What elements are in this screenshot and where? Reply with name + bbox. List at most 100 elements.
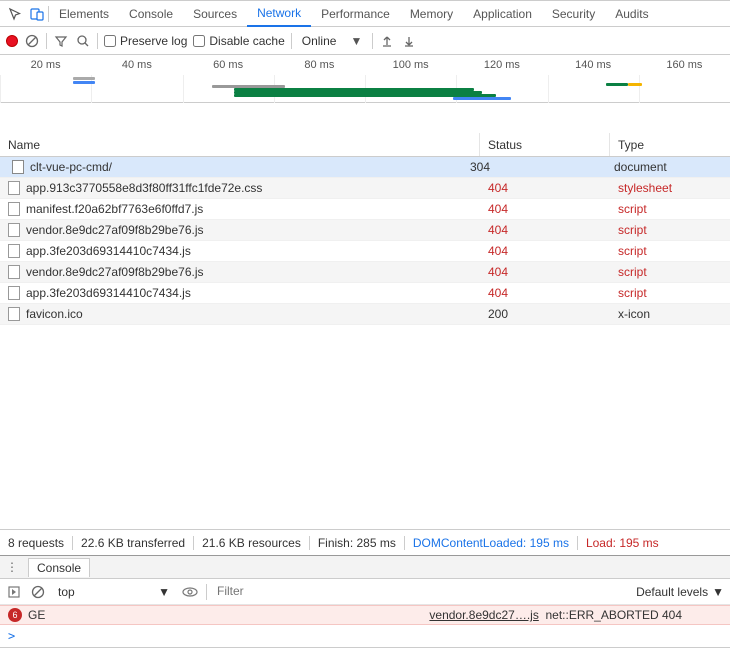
tab-elements[interactable]: Elements — [49, 1, 119, 27]
request-type: script — [610, 223, 730, 237]
preserve-log-label: Preserve log — [120, 34, 187, 48]
console-clear-icon[interactable] — [30, 584, 46, 600]
file-icon — [8, 286, 20, 300]
request-type: document — [606, 160, 726, 174]
table-row[interactable]: app.3fe203d69314410c7434.js404script — [0, 283, 730, 304]
request-name: vendor.8e9dc27af09f8b29be76.js — [26, 223, 204, 237]
console-error-message: net::ERR_ABORTED 404 — [545, 608, 682, 622]
timeline-tick: 100 ms — [365, 55, 456, 75]
file-icon — [8, 223, 20, 237]
summary-finish: Finish: 285 ms — [318, 536, 396, 550]
separator — [97, 33, 98, 49]
request-type: script — [610, 244, 730, 258]
tab-console[interactable]: Console — [119, 1, 183, 27]
network-table-header: Name Status Type — [0, 133, 730, 157]
request-type: stylesheet — [610, 181, 730, 195]
request-name: vendor.8e9dc27af09f8b29be76.js — [26, 265, 204, 279]
request-type: script — [610, 286, 730, 300]
request-type: x-icon — [610, 307, 730, 321]
request-status: 200 — [480, 307, 610, 321]
summary-resources: 21.6 KB resources — [202, 536, 301, 550]
chevron-down-icon: ▼ — [712, 585, 724, 599]
record-button[interactable] — [6, 35, 18, 47]
separator — [291, 33, 292, 49]
folder-icon — [12, 160, 24, 174]
tab-audits[interactable]: Audits — [605, 1, 658, 27]
drawer-tab-console[interactable]: Console — [28, 558, 90, 577]
timeline-tick: 120 ms — [456, 55, 547, 75]
table-row[interactable]: favicon.ico 200x-icon — [0, 304, 730, 325]
console-output: 6 GE vendor.8e9dc27….js net::ERR_ABORTED… — [0, 605, 730, 647]
console-levels-select[interactable]: Default levels ▼ — [636, 585, 724, 599]
console-levels-label: Default levels — [636, 585, 708, 599]
console-filter-input[interactable] — [215, 582, 628, 601]
network-toolbar: Preserve log Disable cache Online ▼ — [0, 27, 730, 55]
separator — [46, 33, 47, 49]
timeline-tick: 140 ms — [548, 55, 639, 75]
console-execute-icon[interactable] — [6, 584, 22, 600]
drawer-tab-bar: ⋮ Console — [0, 555, 730, 579]
tab-security[interactable]: Security — [542, 1, 605, 27]
filter-icon[interactable] — [53, 33, 69, 49]
timeline-tick: 80 ms — [274, 55, 365, 75]
timeline-overview[interactable]: 20 ms40 ms60 ms80 ms100 ms120 ms140 ms16… — [0, 55, 730, 103]
file-icon — [8, 244, 20, 258]
summary-requests: 8 requests — [8, 536, 64, 550]
download-har-icon[interactable] — [401, 33, 417, 49]
error-count-badge: 6 — [8, 608, 22, 622]
network-summary-bar: 8 requests 22.6 KB transferred 21.6 KB r… — [0, 529, 730, 555]
file-icon — [8, 265, 20, 279]
file-icon — [8, 181, 20, 195]
separator — [372, 33, 373, 49]
device-toggle-icon[interactable] — [26, 7, 48, 21]
live-expression-icon[interactable] — [182, 584, 198, 600]
timeline-tick: 40 ms — [91, 55, 182, 75]
column-type[interactable]: Type — [610, 133, 730, 156]
inspect-icon[interactable] — [4, 7, 26, 21]
throttling-value: Online — [302, 34, 337, 48]
request-name: app.913c3770558e8d3f80ff31ffc1fde72e.css — [26, 181, 262, 195]
disable-cache-checkbox[interactable]: Disable cache — [193, 34, 284, 48]
request-name: manifest.f20a62bf7763e6f0ffd7.js — [26, 202, 203, 216]
console-prompt[interactable]: > — [0, 625, 730, 647]
request-type: script — [610, 265, 730, 279]
table-row[interactable]: clt-vue-pc-cmd/304 document — [0, 157, 730, 178]
tab-performance[interactable]: Performance — [311, 1, 400, 27]
search-icon[interactable] — [75, 33, 91, 49]
file-icon — [8, 202, 20, 216]
drawer-menu-icon[interactable]: ⋮ — [4, 559, 20, 575]
table-row[interactable]: manifest.f20a62bf7763e6f0ffd7.js404scrip… — [0, 199, 730, 220]
request-status: 404 — [480, 223, 610, 237]
tab-memory[interactable]: Memory — [400, 1, 463, 27]
table-row[interactable]: app.3fe203d69314410c7434.js404script — [0, 241, 730, 262]
column-status[interactable]: Status — [480, 133, 610, 156]
console-error-source[interactable]: vendor.8e9dc27….js — [429, 608, 538, 622]
upload-har-icon[interactable] — [379, 33, 395, 49]
separator — [206, 584, 207, 600]
console-context-select[interactable]: top ▼ — [54, 583, 174, 601]
request-status: 404 — [480, 202, 610, 216]
throttling-select[interactable]: Online ▼ — [298, 34, 367, 48]
timeline-tick: 20 ms — [0, 55, 91, 75]
summary-transferred: 22.6 KB transferred — [81, 536, 185, 550]
file-icon — [8, 307, 20, 321]
tab-application[interactable]: Application — [463, 1, 542, 27]
table-row[interactable]: vendor.8e9dc27af09f8b29be76.js404script — [0, 262, 730, 283]
timeline-tick: 60 ms — [183, 55, 274, 75]
timeline-tick: 160 ms — [639, 55, 730, 75]
preserve-log-checkbox[interactable]: Preserve log — [104, 34, 187, 48]
request-status: 304 — [462, 160, 592, 174]
timeline-bars — [0, 75, 730, 103]
request-name: app.3fe203d69314410c7434.js — [26, 286, 191, 300]
clear-icon[interactable] — [24, 33, 40, 49]
table-row[interactable]: vendor.8e9dc27af09f8b29be76.js 404script — [0, 220, 730, 241]
tab-network[interactable]: Network — [247, 1, 311, 27]
console-error-method: GE — [28, 608, 45, 622]
console-error-line[interactable]: 6 GE vendor.8e9dc27….js net::ERR_ABORTED… — [0, 605, 730, 625]
summary-domcontentloaded: DOMContentLoaded: 195 ms — [413, 536, 569, 550]
request-name: favicon.ico — [26, 307, 83, 321]
table-row[interactable]: app.913c3770558e8d3f80ff31ffc1fde72e.css… — [0, 178, 730, 199]
column-name[interactable]: Name — [0, 133, 480, 156]
request-name: clt-vue-pc-cmd/ — [30, 160, 112, 174]
tab-sources[interactable]: Sources — [183, 1, 247, 27]
